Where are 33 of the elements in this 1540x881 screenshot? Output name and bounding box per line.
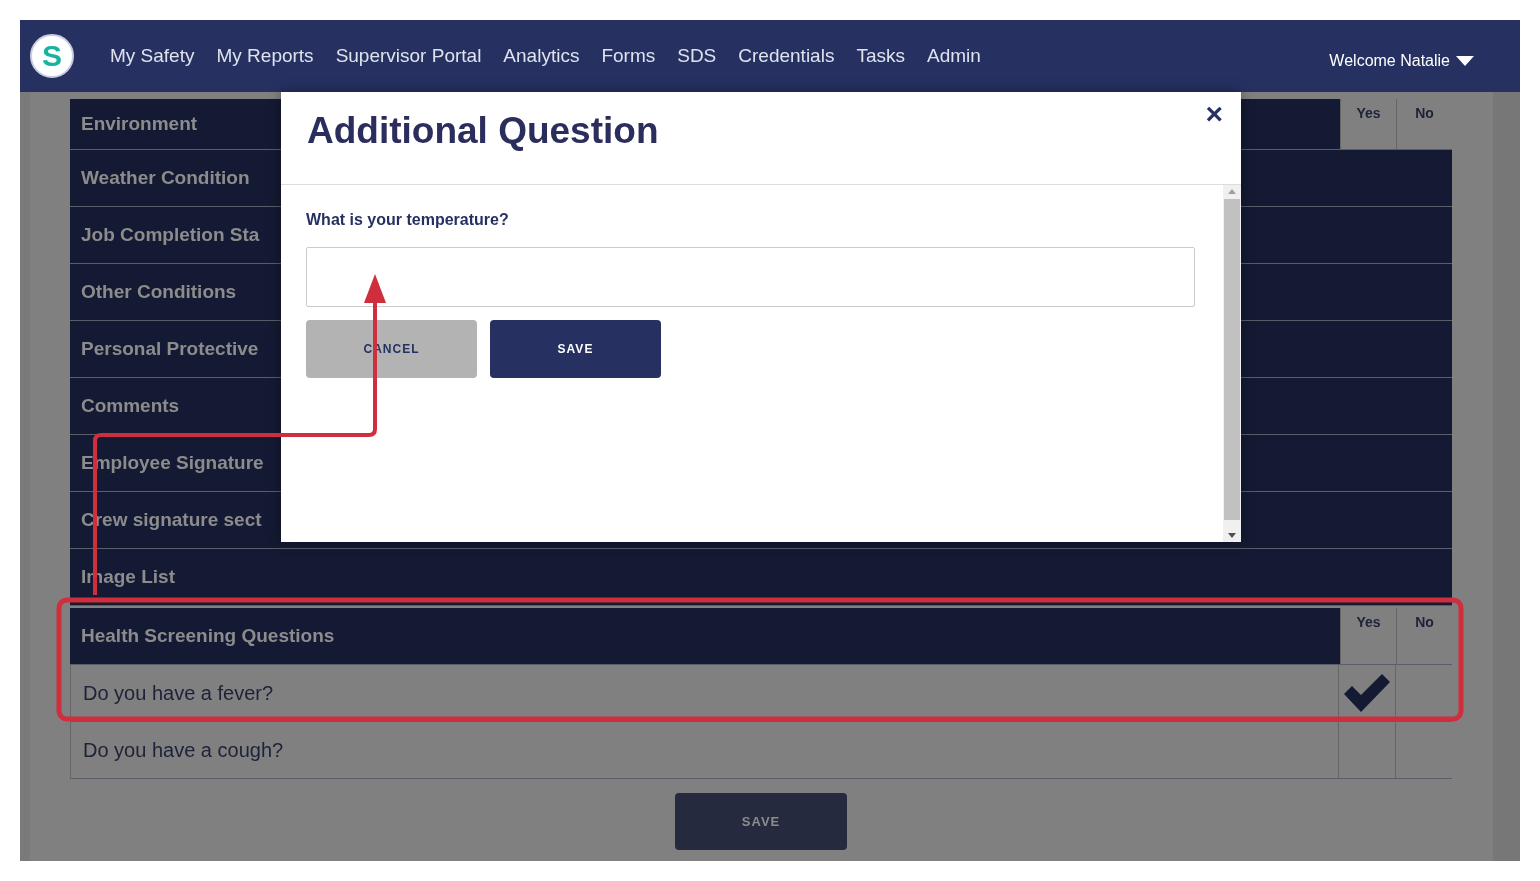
section-title: Personal Protective: [80, 337, 259, 361]
nav-link[interactable]: Analytics: [503, 45, 580, 67]
column-header: No: [1396, 608, 1452, 664]
check-icon: [1344, 674, 1390, 712]
nav-link[interactable]: My Safety: [110, 45, 195, 67]
nav-link[interactable]: SDS: [677, 45, 717, 67]
nav-link[interactable]: Credentials: [738, 45, 835, 67]
question-text: Do you have a cough?: [82, 737, 285, 763]
save-button[interactable]: SAVE: [490, 320, 661, 378]
section-header[interactable]: Health Screening Questions Yes No: [70, 608, 1452, 665]
section-title: Other Conditions: [80, 280, 237, 304]
section-title: Environment: [80, 112, 198, 136]
input-field[interactable]: [306, 247, 1195, 307]
section-title: Weather Condition: [80, 166, 250, 190]
nav-link[interactable]: Admin: [927, 45, 981, 67]
field-label: What is your temperature?: [306, 211, 510, 229]
save-button[interactable]: SAVE: [675, 793, 847, 850]
section-title: Health Screening Questions: [80, 624, 335, 648]
nav-link[interactable]: My Reports: [216, 45, 314, 67]
dialog-title: Additional Question: [307, 110, 659, 153]
user-menu[interactable]: Welcome Natalie: [1329, 52, 1450, 70]
nav-link[interactable]: Forms: [601, 45, 656, 67]
nav-link[interactable]: Supervisor Portal: [335, 45, 482, 67]
column-header: Yes: [1340, 608, 1396, 664]
question-text: Do you have a fever?: [82, 680, 275, 706]
section-title: Comments: [80, 394, 180, 418]
caret-icon[interactable]: [1456, 56, 1474, 66]
nav-link[interactable]: Tasks: [856, 45, 905, 67]
section-title: Job Completion Sta: [80, 223, 260, 247]
close-button[interactable]: ×: [1205, 98, 1223, 130]
scrollbar[interactable]: [1223, 185, 1241, 542]
column-header: Yes: [1340, 99, 1396, 149]
column-header: No: [1396, 99, 1452, 149]
